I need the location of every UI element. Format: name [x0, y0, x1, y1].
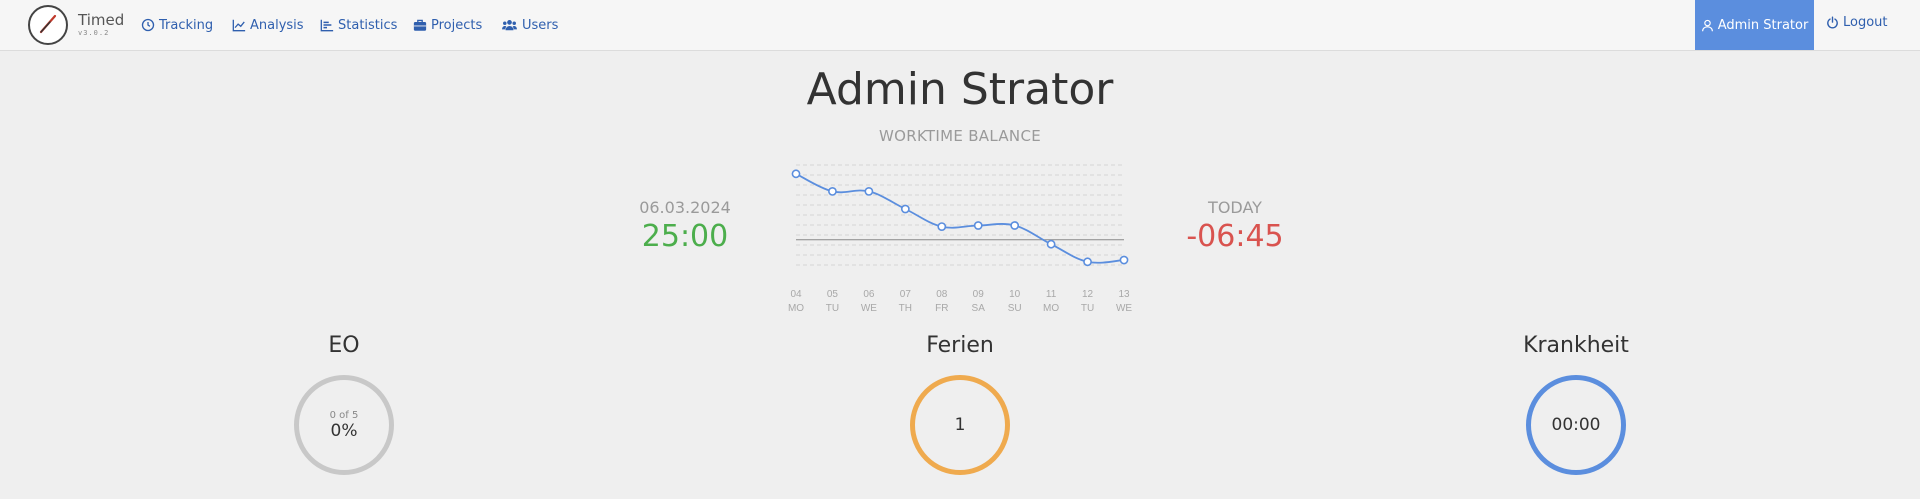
brand-version: v3.0.2: [78, 29, 110, 37]
chart-point: [828, 186, 837, 196]
stat-title-krankheit: Krankheit: [1523, 333, 1629, 358]
logout-button[interactable]: Logout: [1826, 15, 1888, 30]
today-value: -06:45: [1186, 219, 1284, 254]
chart-weekday-label: TU: [826, 303, 839, 314]
page-title: Admin Strator: [806, 64, 1114, 115]
chart-x-tick-label: 11: [1046, 289, 1057, 300]
balance-value: 25:00: [641, 219, 729, 254]
eo-percent: 0%: [330, 420, 358, 441]
bar-chart-icon: [320, 19, 334, 32]
chart-point: [1119, 255, 1129, 265]
chart-point: [791, 169, 801, 179]
timed-logo[interactable]: [28, 5, 68, 45]
stat-title-eo: EO: [328, 333, 360, 358]
krankheit-value: 00:00: [1551, 415, 1601, 435]
current-user-button[interactable]: Admin Strator: [1695, 0, 1814, 50]
eo-count: 0 of 5: [329, 409, 359, 421]
eo-progress-ring: 0 of 5 0%: [294, 375, 394, 475]
chart-weekday-label: WE: [1116, 303, 1132, 314]
clock-icon: [141, 18, 155, 32]
krankheit-ring: 00:00: [1526, 375, 1626, 475]
briefcase-icon: [413, 19, 427, 31]
top-navbar: Timed v3.0.2 Tracking Analysis Statistic…: [0, 0, 1920, 51]
brand-name[interactable]: Timed: [78, 11, 124, 29]
user-icon: [1701, 19, 1713, 31]
chart-point: [937, 222, 947, 231]
chart-point: [864, 186, 874, 196]
line-chart-icon: [232, 19, 246, 32]
power-icon: [1827, 16, 1838, 29]
nav-statistics[interactable]: Statistics: [320, 15, 397, 35]
chart-point: [900, 204, 910, 214]
chart-x-tick-label: 10: [1009, 289, 1021, 300]
nav-tracking[interactable]: Tracking: [141, 15, 213, 35]
chart-point: [973, 221, 983, 230]
nav-projects-label[interactable]: Projects: [431, 18, 482, 33]
users-icon: [502, 20, 517, 31]
nav-analysis-label[interactable]: Analysis: [250, 18, 304, 33]
chart-series-line: [795, 172, 1125, 264]
stat-title-ferien: Ferien: [926, 333, 994, 358]
chart-x-tick-label: 05: [827, 289, 839, 300]
chart-point: [1083, 257, 1092, 267]
chart-x-tick-label: 12: [1082, 289, 1094, 300]
chart-weekday-label: FR: [935, 303, 948, 314]
nav-users[interactable]: Users: [501, 15, 558, 35]
nav-analysis[interactable]: Analysis: [232, 15, 304, 35]
chart-weekday-label: SU: [1008, 303, 1022, 314]
nav-statistics-label[interactable]: Statistics: [338, 18, 397, 33]
worktime-balance-chart: 04 MO 05 TU 06 WE 07 TH 08 FR 09 SA 10 SU 11 MO 12 TU 13 WE: [788, 164, 1132, 314]
ferien-value: 1: [954, 415, 966, 435]
chart-point: [1010, 221, 1020, 230]
chart-weekday-label: TH: [899, 303, 912, 314]
chart-weekday-label: MO: [788, 303, 804, 314]
chart-weekday-label: TU: [1081, 303, 1094, 314]
nav-tracking-label[interactable]: Tracking: [159, 18, 213, 33]
today-label: TODAY: [1208, 198, 1262, 217]
chart-x-tick-label: 07: [900, 289, 912, 300]
ferien-ring: 1: [910, 375, 1010, 475]
balance-date: 06.03.2024: [639, 198, 731, 217]
chart-point: [1046, 239, 1056, 249]
chart-weekday-label: MO: [1043, 303, 1059, 314]
chart-x-tick-label: 06: [863, 289, 875, 300]
logout-label[interactable]: Logout: [1843, 15, 1888, 30]
worktime-balance-label: WORKTIME BALANCE: [879, 127, 1041, 145]
chart-x-tick-label: 09: [973, 289, 985, 300]
brand[interactable]: Timed v3.0.2: [78, 11, 124, 37]
current-user-label[interactable]: Admin Strator: [1718, 18, 1809, 33]
chart-x-tick-label: 13: [1118, 289, 1130, 300]
chart-x-tick-label: 04: [790, 289, 802, 300]
chart-weekday-label: WE: [861, 303, 877, 314]
chart-weekday-label: SA: [972, 303, 986, 314]
nav-users-label[interactable]: Users: [522, 18, 558, 33]
chart-x-tick-label: 08: [936, 289, 948, 300]
nav-projects[interactable]: Projects: [413, 15, 482, 35]
